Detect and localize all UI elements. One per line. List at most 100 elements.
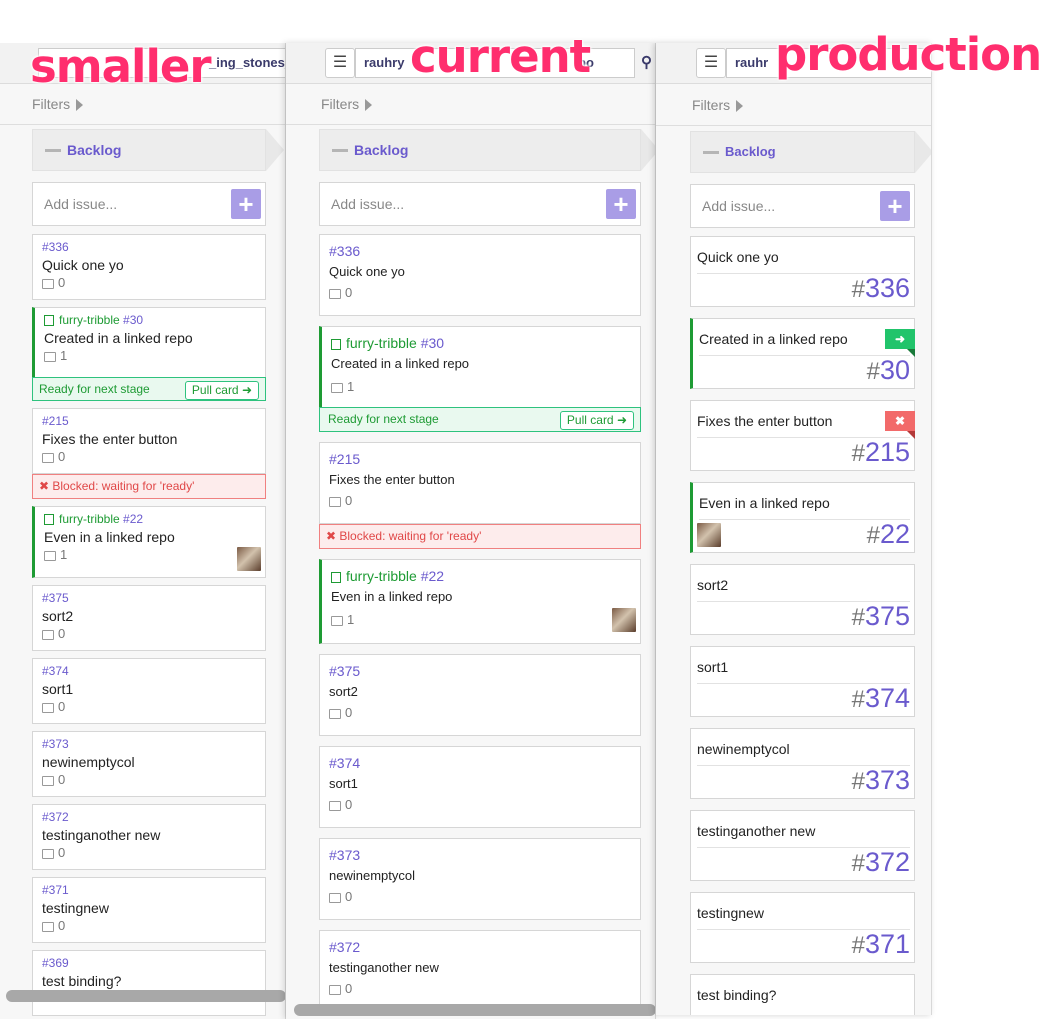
issue-card[interactable]: #373 newinemptycol 0 <box>319 838 641 920</box>
issue-card[interactable]: Quick one yo #336 <box>690 236 915 307</box>
smaller-panel: _ing_stones_ Filters Backlog Add issue..… <box>0 43 286 1019</box>
issue-title: Fixes the enter button <box>697 413 833 429</box>
comment-count: 1 <box>44 348 256 363</box>
issue-card-linked[interactable]: furry-tribble #30 Created in a linked re… <box>32 307 266 401</box>
add-issue-button[interactable]: + <box>231 189 261 219</box>
filters-label: Filters <box>32 96 71 112</box>
backlog-column: Backlog Add issue... + #336 Quick one yo… <box>319 129 655 1012</box>
menu-icon[interactable]: ☰ <box>325 48 355 78</box>
issue-title: Quick one yo <box>697 249 779 265</box>
issue-card[interactable]: #372 testinganother new 0 <box>319 930 641 1012</box>
issue-card[interactable]: #374 sort1 0 <box>319 746 641 828</box>
issue-number: #215 <box>329 451 361 467</box>
issue-title: Created in a linked repo <box>44 330 193 346</box>
issue-number: #215 <box>851 437 910 467</box>
issue-title: sort2 <box>42 608 74 624</box>
comment-count: 0 <box>42 918 256 933</box>
issue-card[interactable]: #372 testinganother new 0 <box>32 804 266 870</box>
issue-card[interactable]: #373 newinemptycol 0 <box>32 731 266 797</box>
comment-count: 0 <box>42 699 256 714</box>
search-icon[interactable]: ⚲ <box>641 53 652 71</box>
ready-flag-icon[interactable]: ➜ <box>885 329 915 357</box>
add-issue-button[interactable]: + <box>606 189 636 219</box>
issue-title: Quick one yo <box>329 264 405 279</box>
add-issue-input[interactable]: Add issue... + <box>32 182 266 226</box>
issue-title: newinemptycol <box>42 754 135 770</box>
issue-card[interactable]: testingnew #371 <box>690 892 915 963</box>
pull-card-button[interactable]: Pull card ➜ <box>559 411 634 430</box>
current-panel: ☰ rauhry po ⚲ Filters Backlog Add issue.… <box>286 43 656 1019</box>
menu-icon[interactable]: ☰ <box>696 48 726 78</box>
issue-number: #215 <box>42 414 69 428</box>
issue-card-linked[interactable]: Created in a linked repo #30 ➜ <box>690 318 915 389</box>
issue-card[interactable]: Fixes the enter button #215 ✖ <box>690 400 915 471</box>
issue-card[interactable]: testinganother new #372 <box>690 810 915 881</box>
issue-card[interactable]: #336 Quick one yo 0 <box>32 234 266 300</box>
collapse-icon[interactable] <box>45 149 61 152</box>
issue-title: Quick one yo <box>42 257 124 273</box>
issue-number: #375 <box>329 663 361 679</box>
filters-label: Filters <box>321 96 360 112</box>
issue-card-linked[interactable]: furry-tribble #22 Even in a linked repo … <box>32 506 266 578</box>
horizontal-scrollbar[interactable] <box>294 1004 655 1016</box>
issue-card[interactable]: newinemptycol #373 <box>690 728 915 799</box>
issue-card[interactable]: #336 Quick one yo 0 <box>319 234 641 316</box>
repo-icon <box>331 338 341 350</box>
avatar[interactable] <box>697 523 721 547</box>
issue-card[interactable]: test binding? <box>690 974 915 1015</box>
issue-card-linked[interactable]: furry-tribble #22 Even in a linked repo … <box>319 559 641 644</box>
issue-title: Even in a linked repo <box>331 589 453 604</box>
repo-icon <box>331 571 341 583</box>
comment-count: 0 <box>329 797 631 812</box>
issue-title: Created in a linked repo <box>699 331 848 347</box>
issue-card[interactable]: sort1 #374 <box>690 646 915 717</box>
issue-title: testingnew <box>42 900 109 916</box>
issue-number: #374 <box>42 664 69 678</box>
comment-count: 0 <box>329 493 631 508</box>
issue-number: #371 <box>42 883 69 897</box>
issue-number: #375 <box>851 601 910 631</box>
caret-right-icon <box>736 100 744 113</box>
comment-icon <box>42 775 54 786</box>
filters-toggle[interactable]: Filters <box>656 86 931 126</box>
issue-title: testinganother new <box>697 823 816 839</box>
ready-status-bar: Ready for next stage Pull card ➜ <box>319 407 641 432</box>
backlog-header[interactable]: Backlog <box>319 129 655 171</box>
backlog-title: Backlog <box>725 144 776 159</box>
issue-card-linked[interactable]: furry-tribble #30 Created in a linked re… <box>319 326 641 432</box>
issue-title: newinemptycol <box>697 741 790 757</box>
issue-card[interactable]: #371 testingnew 0 <box>32 877 266 943</box>
issue-title: testingnew <box>697 905 764 921</box>
issue-number: #372 <box>329 939 361 955</box>
issue-card-linked[interactable]: Even in a linked repo #22 <box>690 482 915 553</box>
backlog-header[interactable]: Backlog <box>690 131 931 173</box>
pull-card-button[interactable]: Pull card ➜ <box>184 381 259 400</box>
issue-card[interactable]: #375 sort2 0 <box>319 654 641 736</box>
ready-label: Ready for next stage <box>328 412 439 426</box>
avatar[interactable] <box>612 608 636 632</box>
comment-icon <box>329 800 341 811</box>
filters-toggle[interactable]: Filters <box>286 85 655 125</box>
repo-icon <box>44 514 54 526</box>
collapse-icon[interactable] <box>332 149 348 152</box>
blocked-flag-icon[interactable]: ✖ <box>885 411 915 439</box>
issue-card[interactable]: #215 Fixes the enter button 0 <box>32 408 266 474</box>
issue-card[interactable]: #369 test binding? <box>32 950 266 1016</box>
add-issue-input[interactable]: Add issue... + <box>319 182 641 226</box>
add-issue-input[interactable]: Add issue... + <box>690 184 915 228</box>
comment-icon <box>329 892 341 903</box>
issue-card[interactable]: #374 sort1 0 <box>32 658 266 724</box>
add-issue-button[interactable]: + <box>880 191 910 221</box>
issue-card[interactable]: #375 sort2 0 <box>32 585 266 651</box>
horizontal-scrollbar[interactable] <box>6 990 285 1002</box>
issue-number: #22 <box>866 519 910 549</box>
issue-number: #372 <box>42 810 69 824</box>
avatar[interactable] <box>237 547 261 571</box>
backlog-header[interactable]: Backlog <box>32 129 284 171</box>
comment-icon <box>42 452 54 463</box>
collapse-icon[interactable] <box>703 151 719 154</box>
issue-card[interactable]: #215 Fixes the enter button 0 <box>319 442 641 524</box>
issue-title: Even in a linked repo <box>699 495 830 511</box>
issue-card[interactable]: sort2 #375 <box>690 564 915 635</box>
issue-title: sort1 <box>329 776 358 791</box>
